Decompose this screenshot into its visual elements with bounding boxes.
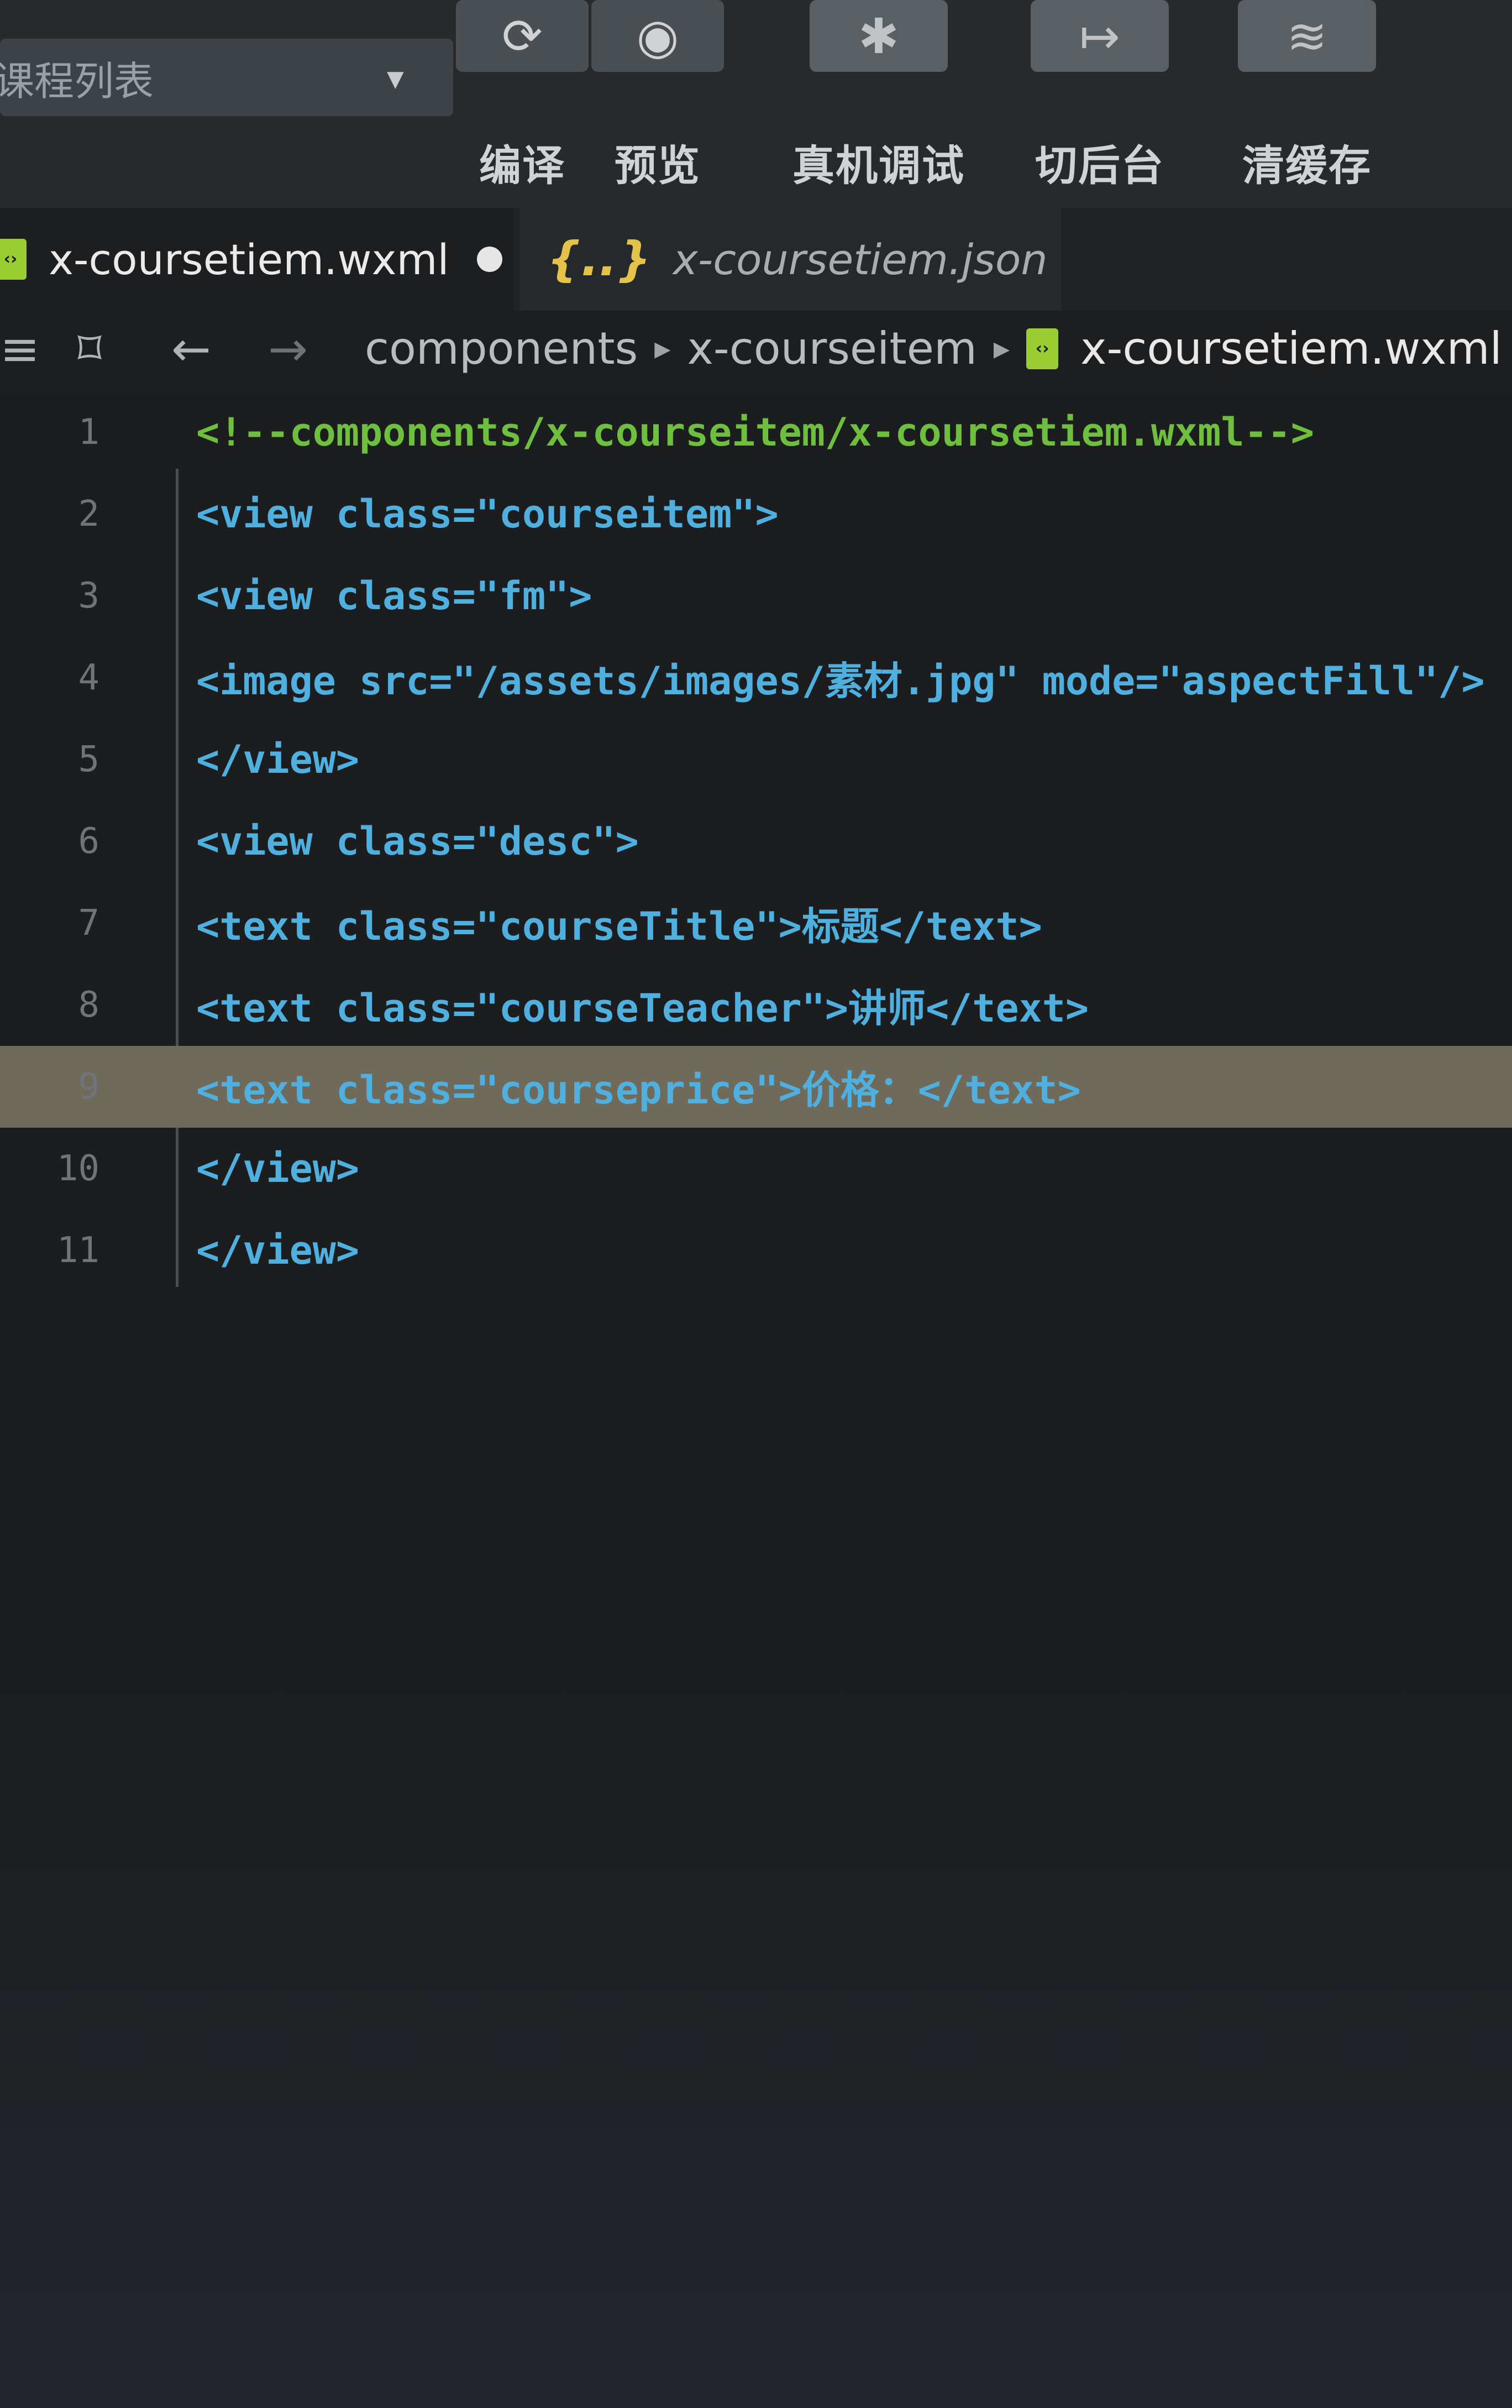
line-number: 9 <box>78 1066 99 1107</box>
line-number: 7 <box>78 903 99 944</box>
editor-tabs: ‹› x-coursetiem.wxml {..} x-coursetiem.j… <box>0 208 1512 311</box>
tab-json[interactable]: {..} x-coursetiem.json <box>519 208 1061 311</box>
code-text: </view> <box>196 737 360 782</box>
code-text: <view class="fm"> <box>196 573 592 619</box>
code-line[interactable]: 4 <image src="/assets/images/素材.jpg" mod… <box>0 637 1512 719</box>
device-debug-label: 真机调试 <box>792 141 965 190</box>
line-number: 5 <box>78 739 99 780</box>
breadcrumb-current-file[interactable]: x-coursetiem.wxml <box>1080 323 1502 374</box>
menu-icon[interactable]: ≡ <box>0 322 40 377</box>
bookmark-icon[interactable]: ⌑ <box>77 322 102 377</box>
chevron-right-icon: ▶ <box>993 336 1010 361</box>
chevron-right-icon: ▶ <box>654 336 671 361</box>
chevron-down-icon: ▼ <box>387 66 404 92</box>
line-number: 4 <box>78 657 99 698</box>
line-number: 3 <box>78 575 99 616</box>
code-line[interactable]: 2 <view class="courseitem"> <box>0 473 1512 555</box>
clear-cache-button[interactable]: ≋ <box>1238 0 1376 72</box>
back-arrow-icon[interactable]: ← <box>171 322 211 377</box>
bug-icon: ✱ <box>858 7 899 65</box>
code-text: <text class="courseTeacher">讲师</text> <box>196 985 1089 1031</box>
code-text: <view class="desc"> <box>196 819 639 864</box>
toolbar: 课程列表 ▼ ⟳ ◉ ✱ ↦ ≋ 编译 预览 真机调试 切后台 清缓存 <box>0 0 1512 208</box>
code-line[interactable]: 6 <view class="desc"> <box>0 800 1512 882</box>
code-line[interactable]: 7 <text class="courseTitle">标题</text> <box>0 882 1512 964</box>
code-text: </view> <box>196 1228 360 1273</box>
line-number: 2 <box>78 494 99 535</box>
compile-label: 编译 <box>479 141 565 190</box>
tab-label: x-coursetiem.json <box>673 234 1048 284</box>
breadcrumb-path: components ▶ x-courseitem ▶ ‹› x-courset… <box>365 323 1502 374</box>
code-line[interactable]: 5 </view> <box>0 719 1512 800</box>
backstage-icon: ↦ <box>1079 7 1120 65</box>
compile-mode-label: 课程列表 <box>0 57 154 104</box>
eye-icon: ◉ <box>636 7 679 65</box>
code-text: <!--components/x-courseitem/x-coursetiem… <box>196 410 1314 455</box>
tab-label: x-coursetiem.wxml <box>49 234 449 284</box>
code-text: <view class="courseitem"> <box>196 491 779 537</box>
code-line[interactable]: 11 </view> <box>0 1210 1512 1291</box>
refresh-icon: ⟳ <box>502 7 543 65</box>
preview-button[interactable]: ◉ <box>591 0 724 72</box>
code-editor[interactable]: 1 <!--components/x-courseitem/x-courseti… <box>0 391 1512 2408</box>
breadcrumb-item[interactable]: x-courseitem <box>687 323 977 374</box>
unsaved-dot-icon[interactable] <box>476 247 502 272</box>
line-number: 8 <box>78 985 99 1025</box>
wxml-file-icon: ‹› <box>1026 328 1059 369</box>
code-text: </view> <box>196 1146 360 1191</box>
device-debug-button[interactable]: ✱ <box>810 0 948 72</box>
code-line[interactable]: 3 <view class="fm"> <box>0 555 1512 637</box>
switch-background-label: 切后台 <box>1035 141 1164 190</box>
current-code-line[interactable]: 9 <text class="courseprice">价格：</text> <box>0 1046 1512 1128</box>
code-text: <image src="/assets/images/素材.jpg" mode=… <box>196 658 1485 704</box>
code-line[interactable]: 10 </view> <box>0 1128 1512 1210</box>
code-line[interactable]: 8 <text class="courseTeacher">讲师</text> <box>0 964 1512 1046</box>
compile-mode-select[interactable]: 课程列表 ▼ <box>0 39 453 116</box>
code-text: <text class="courseTitle">标题</text> <box>196 903 1042 949</box>
line-number: 11 <box>56 1230 99 1271</box>
compile-button[interactable]: ⟳ <box>456 0 589 72</box>
breadcrumb-item[interactable]: components <box>365 323 638 374</box>
clear-cache-label: 清缓存 <box>1242 141 1372 190</box>
line-number: 6 <box>78 821 99 862</box>
forward-arrow-icon[interactable]: → <box>268 322 308 377</box>
switch-background-button[interactable]: ↦ <box>1031 0 1169 72</box>
line-number: 1 <box>78 412 99 453</box>
editor-background <box>0 1663 1512 2408</box>
line-number: 10 <box>56 1148 99 1189</box>
layers-icon: ≋ <box>1287 7 1327 65</box>
tab-wxml[interactable]: ‹› x-coursetiem.wxml <box>0 208 514 311</box>
json-file-icon: {..} <box>547 232 651 287</box>
code-text: <text class="courseprice">价格：</text> <box>196 1067 1081 1113</box>
breadcrumb: ≡ ⌑ ← → components ▶ x-courseitem ▶ ‹› x… <box>0 311 1512 391</box>
preview-label: 预览 <box>615 141 701 190</box>
wxml-file-icon: ‹› <box>0 239 27 280</box>
code-line[interactable]: 1 <!--components/x-courseitem/x-courseti… <box>0 391 1512 473</box>
